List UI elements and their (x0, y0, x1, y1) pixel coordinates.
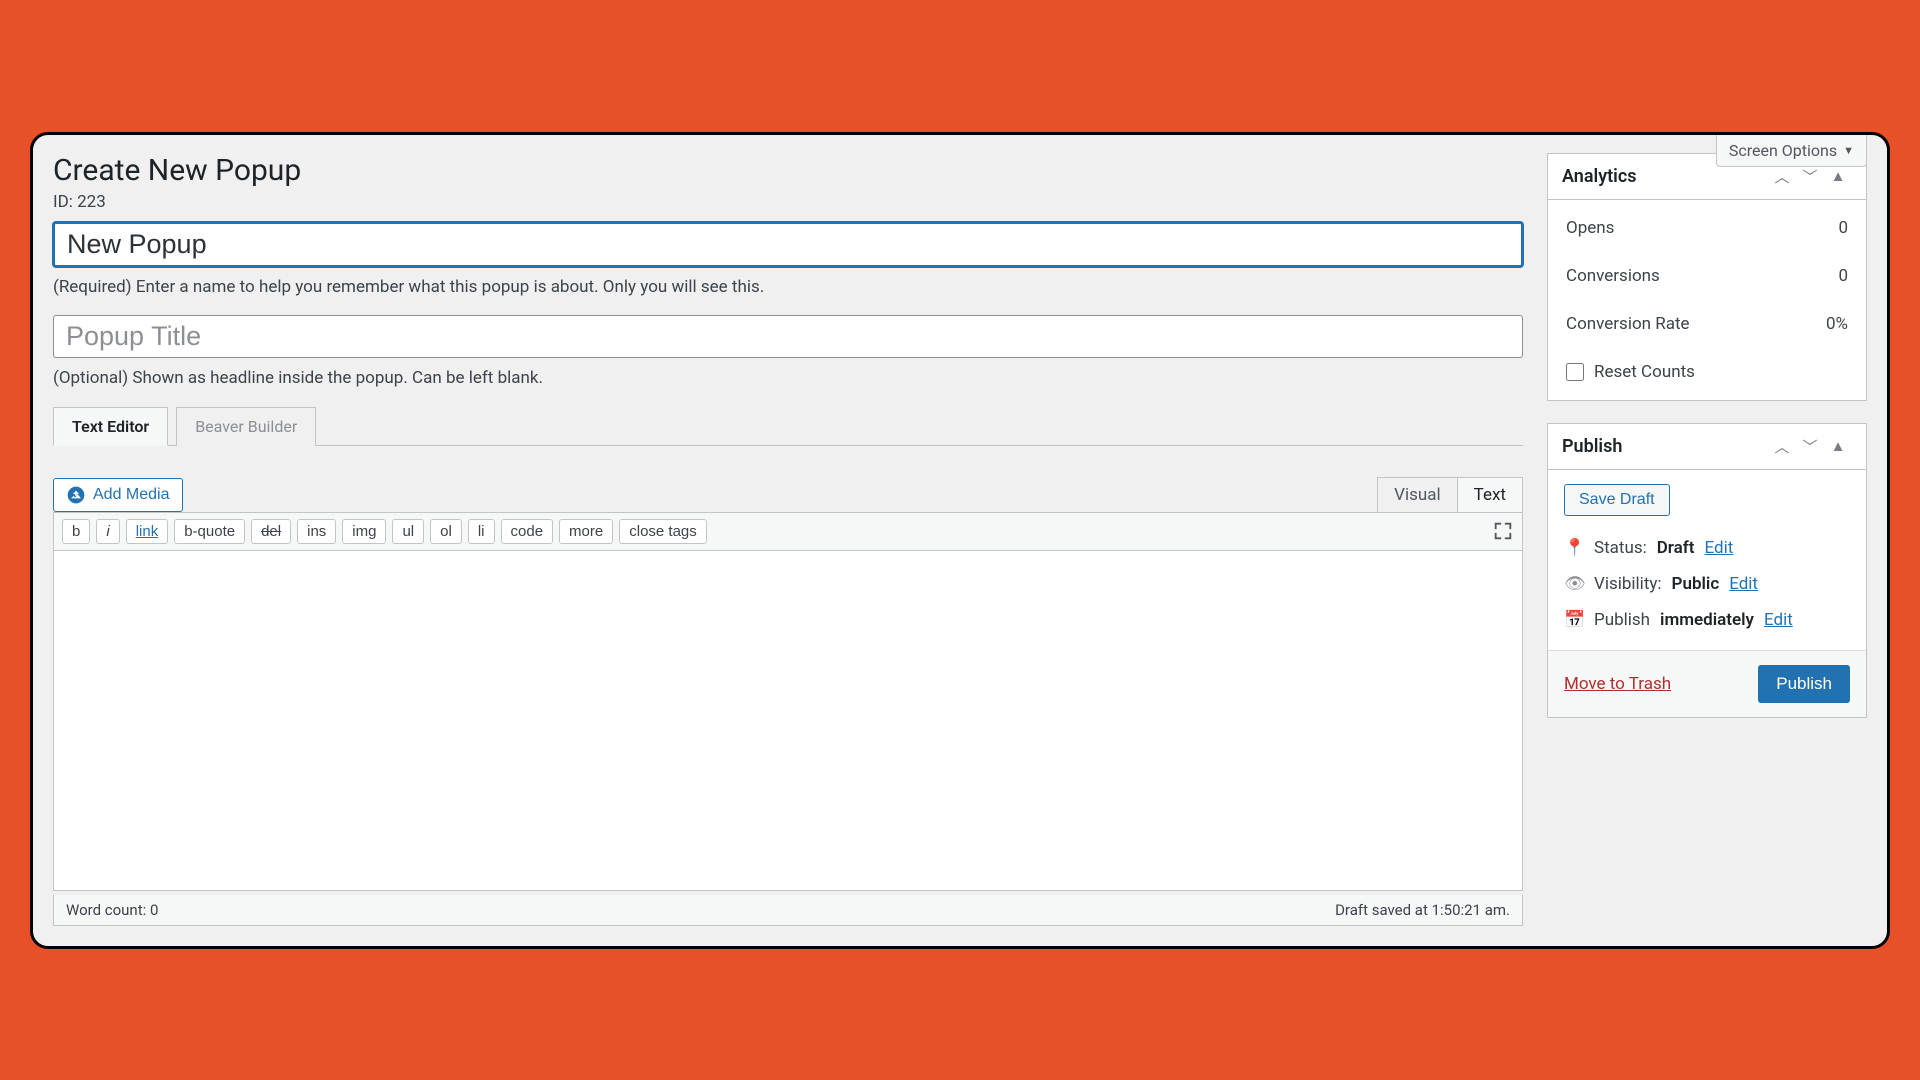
title-helper-text: (Optional) Shown as headline inside the … (53, 368, 1523, 388)
analytics-opens-row: Opens 0 (1548, 204, 1866, 252)
toolbar-li[interactable]: li (468, 519, 495, 544)
popup-id: ID: 223 (53, 192, 1523, 212)
popup-name-input[interactable] (53, 222, 1523, 267)
panel-collapse-icon[interactable]: ▲ (1824, 167, 1852, 185)
publish-title: Publish (1562, 436, 1768, 457)
toolbar-code[interactable]: code (501, 519, 554, 544)
tab-beaver-builder[interactable]: Beaver Builder (176, 407, 316, 446)
toolbar-bquote[interactable]: b-quote (174, 519, 245, 544)
admin-window: Screen Options ▼ Create New Popup ID: 22… (30, 132, 1890, 949)
edit-visibility-link[interactable]: Edit (1729, 574, 1758, 594)
media-icon (66, 485, 86, 505)
schedule-row: 📅 Publish immediately Edit (1564, 602, 1850, 638)
toolbar-link[interactable]: link (126, 519, 169, 544)
calendar-icon: 📅 (1564, 610, 1584, 630)
toolbar-closetags[interactable]: close tags (619, 519, 707, 544)
page-title: Create New Popup (53, 153, 1523, 188)
eye-icon: 👁 (1564, 574, 1584, 594)
fullscreen-icon[interactable] (1492, 520, 1514, 542)
toolbar-del[interactable]: del (251, 519, 291, 544)
content-textarea[interactable] (53, 551, 1523, 891)
panel-move-up-icon[interactable]: ︿ (1768, 166, 1796, 187)
toolbar-more[interactable]: more (559, 519, 613, 544)
reset-counts-checkbox[interactable] (1566, 363, 1584, 381)
analytics-panel: Analytics ︿ ﹀ ▲ Opens 0 Conversions 0 (1547, 153, 1867, 401)
tab-text[interactable]: Text (1458, 477, 1523, 513)
visibility-row: 👁 Visibility: Public Edit (1564, 566, 1850, 602)
toolbar-italic[interactable]: i (96, 519, 119, 544)
add-media-button[interactable]: Add Media (53, 478, 183, 512)
chevron-down-icon: ▼ (1843, 144, 1854, 157)
visual-text-tabs: Visual Text (1377, 476, 1523, 512)
popup-title-input[interactable] (53, 315, 1523, 358)
panel-collapse-icon[interactable]: ▲ (1824, 437, 1852, 455)
reset-counts-row[interactable]: Reset Counts (1548, 348, 1866, 396)
word-count: Word count: 0 (66, 901, 158, 919)
edit-status-link[interactable]: Edit (1705, 538, 1734, 558)
panel-move-up-icon[interactable]: ︿ (1768, 436, 1796, 457)
screen-options-label: Screen Options (1729, 141, 1837, 160)
tab-visual[interactable]: Visual (1377, 477, 1457, 513)
toolbar-ins[interactable]: ins (297, 519, 336, 544)
pin-icon: 📍 (1564, 538, 1584, 558)
analytics-title: Analytics (1562, 166, 1768, 187)
publish-button[interactable]: Publish (1758, 665, 1850, 703)
edit-schedule-link[interactable]: Edit (1764, 610, 1793, 630)
publish-panel: Publish ︿ ﹀ ▲ Save Draft 📍 Status: Draft… (1547, 423, 1867, 718)
save-status: Draft saved at 1:50:21 am. (1335, 901, 1510, 919)
analytics-rate-row: Conversion Rate 0% (1548, 300, 1866, 348)
builder-tabs: Text Editor Beaver Builder (53, 406, 1523, 446)
toolbar-bold[interactable]: b (62, 519, 90, 544)
name-helper-text: (Required) Enter a name to help you reme… (53, 277, 1523, 297)
screen-options-toggle[interactable]: Screen Options ▼ (1716, 135, 1867, 167)
move-to-trash-link[interactable]: Move to Trash (1564, 674, 1671, 694)
panel-move-down-icon[interactable]: ﹀ (1796, 166, 1824, 187)
analytics-conversions-row: Conversions 0 (1548, 252, 1866, 300)
tab-text-editor[interactable]: Text Editor (53, 407, 168, 446)
status-row: 📍 Status: Draft Edit (1564, 530, 1850, 566)
save-draft-button[interactable]: Save Draft (1564, 484, 1670, 516)
toolbar-img[interactable]: img (342, 519, 386, 544)
toolbar-ul[interactable]: ul (392, 519, 424, 544)
panel-move-down-icon[interactable]: ﹀ (1796, 436, 1824, 457)
editor-toolbar: b i link b-quote del ins img ul ol li co… (53, 512, 1523, 551)
toolbar-ol[interactable]: ol (430, 519, 462, 544)
editor-footer: Word count: 0 Draft saved at 1:50:21 am. (53, 895, 1523, 926)
